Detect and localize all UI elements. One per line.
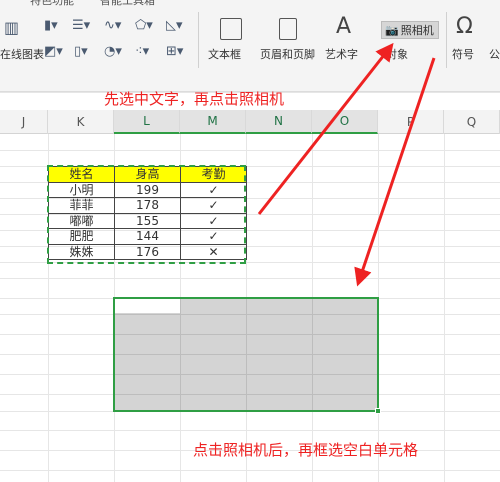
textbox-button[interactable]: 文本框: [208, 46, 241, 62]
table-cell[interactable]: 姝姝: [48, 243, 115, 260]
gridline: [0, 278, 500, 279]
tab-special-features[interactable]: 特色功能: [30, 0, 74, 8]
online-chart-icon[interactable]: ▥: [4, 18, 19, 37]
selection-border: [113, 297, 379, 412]
table-cell[interactable]: ✕: [180, 243, 247, 260]
table-cell[interactable]: 176: [114, 243, 181, 260]
ribbon-toolbar: 特色功能 智能工具箱 ▥ 在线图表 ▮▾ ☰▾ ∿▾ ⬠▾ ◺▾ ◩▾ ▯▾ ◔…: [0, 0, 500, 92]
bar-chart-icon[interactable]: ☰▾: [72, 18, 90, 33]
table-cell[interactable]: 178: [114, 197, 181, 214]
column-header-n[interactable]: N: [246, 110, 312, 134]
table-cell[interactable]: 144: [114, 228, 181, 245]
camera-button[interactable]: 📷 照相机: [381, 21, 439, 39]
column-header-m[interactable]: M: [180, 110, 246, 134]
table-cell[interactable]: 菲菲: [48, 197, 115, 214]
combo-chart-icon[interactable]: ▯▾: [74, 44, 88, 59]
line-chart-icon[interactable]: ∿▾: [104, 18, 121, 33]
scatter-chart-icon[interactable]: ⁖▾: [135, 44, 149, 59]
object-button[interactable]: 对象: [386, 46, 408, 62]
tab-smart-toolbox[interactable]: 智能工具箱: [100, 0, 155, 8]
annotation-step2: 点击照相机后，再框选空白单元格: [193, 441, 419, 459]
other-chart-icon[interactable]: ⊞▾: [166, 44, 183, 59]
textbox-icon[interactable]: [220, 18, 242, 40]
table-header-height[interactable]: 身高: [114, 166, 181, 183]
table-row: 姝姝 176 ✕: [48, 243, 247, 260]
camera-label: 照相机: [400, 24, 434, 37]
column-header-l[interactable]: L: [114, 110, 180, 134]
table-cell[interactable]: 小明: [48, 181, 115, 198]
table-cell[interactable]: 肥肥: [48, 228, 115, 245]
ribbon-separator: [198, 12, 199, 68]
fill-handle[interactable]: [375, 408, 381, 414]
column-header-j[interactable]: J: [0, 110, 48, 134]
table-cell[interactable]: ✓: [180, 181, 247, 198]
column-header-p[interactable]: P: [378, 110, 444, 134]
ribbon-separator: [446, 12, 447, 68]
attendance-table[interactable]: 姓名 身高 考勤 小明 199 ✓ 菲菲 178 ✓ 嘟嘟 155 ✓ 肥肥 1…: [48, 166, 247, 260]
annotation-step1: 先选中文字，再点击照相机: [104, 90, 285, 108]
radar-chart-icon[interactable]: ⬠▾: [135, 18, 153, 33]
formula-button[interactable]: 公: [489, 46, 500, 62]
camera-icon: 📷: [385, 23, 399, 37]
table-row: 菲菲 178 ✓: [48, 197, 247, 214]
table-cell[interactable]: ✓: [180, 197, 247, 214]
column-header-k[interactable]: K: [48, 110, 114, 134]
header-footer-icon[interactable]: [279, 18, 297, 40]
table-cell[interactable]: 嘟嘟: [48, 212, 115, 229]
header-footer-button[interactable]: 页眉和页脚: [260, 46, 315, 62]
table-row: 嘟嘟 155 ✓: [48, 212, 247, 229]
table-header-name[interactable]: 姓名: [48, 166, 115, 183]
wordart-button[interactable]: 艺术字: [325, 46, 358, 62]
table-cell[interactable]: 199: [114, 181, 181, 198]
pie-chart-icon[interactable]: ◩▾: [44, 44, 63, 59]
table-cell[interactable]: ✓: [180, 212, 247, 229]
table-cell[interactable]: ✓: [180, 228, 247, 245]
table-row: 肥肥 144 ✓: [48, 228, 247, 245]
donut-chart-icon[interactable]: ◔▾: [104, 44, 122, 59]
area-chart-icon[interactable]: ◺▾: [166, 18, 183, 33]
table-header-attendance[interactable]: 考勤: [180, 166, 247, 183]
symbol-button[interactable]: 符号: [452, 46, 474, 62]
gridline: [0, 430, 500, 431]
column-header-q[interactable]: Q: [444, 110, 500, 134]
wordart-icon[interactable]: A: [336, 14, 351, 39]
column-header-o[interactable]: O: [312, 110, 378, 134]
table-row: 小明 199 ✓: [48, 181, 247, 198]
gridline: [0, 150, 500, 151]
table-cell[interactable]: 155: [114, 212, 181, 229]
column-chart-icon[interactable]: ▮▾: [44, 18, 58, 33]
gridline: [0, 470, 500, 471]
table-header-row: 姓名 身高 考勤: [48, 166, 247, 183]
column-header-row: J K L M N O P Q: [0, 110, 500, 134]
online-chart-label[interactable]: 在线图表: [0, 46, 44, 62]
omega-symbol-icon[interactable]: Ω: [456, 14, 473, 39]
gridline: [0, 262, 500, 263]
